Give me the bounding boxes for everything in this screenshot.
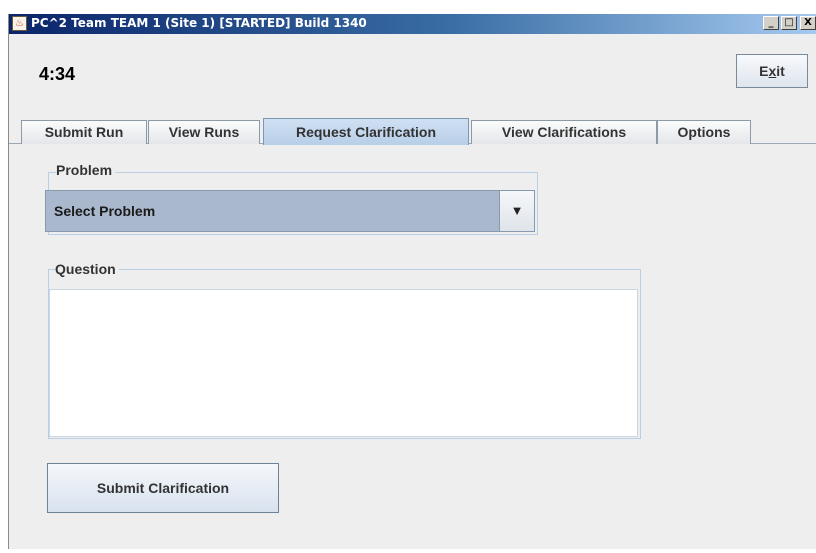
tab-submit-run[interactable]: Submit Run	[21, 120, 147, 144]
minimize-button[interactable]: _	[763, 16, 779, 30]
question-textarea[interactable]	[49, 289, 638, 437]
contest-clock: 4:34	[39, 64, 76, 84]
problem-label: Problem	[56, 162, 116, 178]
java-cup-icon: ♨	[12, 16, 27, 31]
chevron-down-icon[interactable]: ▼	[500, 190, 535, 232]
problem-selected-value[interactable]: Select Problem	[45, 190, 500, 232]
tab-options[interactable]: Options	[657, 120, 751, 144]
tab-request-clarification[interactable]: Request Clarification	[263, 118, 469, 145]
submit-clarification-button[interactable]: Submit Clarification	[47, 463, 279, 513]
problem-dropdown[interactable]: Select Problem ▼	[45, 190, 535, 232]
maximize-button[interactable]: □	[781, 16, 797, 30]
close-button[interactable]: X	[800, 16, 816, 30]
exit-label-suffix: it	[776, 63, 785, 79]
title-bar[interactable]: ♨ PC^2 Team TEAM 1 (Site 1) [STARTED] Bu…	[9, 14, 816, 34]
tab-view-clarifications[interactable]: View Clarifications	[471, 120, 657, 144]
tab-view-runs[interactable]: View Runs	[148, 120, 260, 144]
question-label: Question	[55, 261, 119, 277]
window-title: PC^2 Team TEAM 1 (Site 1) [STARTED] Buil…	[31, 16, 367, 30]
exit-button[interactable]: Exit	[736, 54, 808, 88]
app-window: ♨ PC^2 Team TEAM 1 (Site 1) [STARTED] Bu…	[8, 14, 816, 549]
